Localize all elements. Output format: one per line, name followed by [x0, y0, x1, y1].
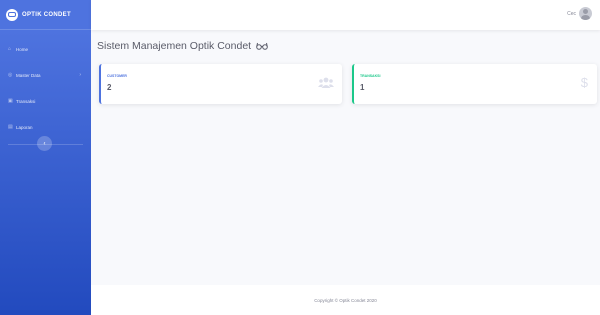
sidebar-toggle-button[interactable]: ‹: [37, 136, 52, 151]
sidebar-item-transaksi[interactable]: ▣ Transaksi: [0, 88, 91, 114]
report-icon: ▤: [8, 124, 13, 130]
avatar: [579, 7, 592, 20]
card-value: 2: [107, 83, 112, 92]
sidebar-item-master-data[interactable]: ◎ Master Data ›: [0, 62, 91, 88]
transaksi-card: TRANSAKSI 1 $: [352, 64, 597, 104]
page-title-text: Sistem Manajemen Optik Condet: [97, 40, 252, 52]
dollar-icon: $: [580, 75, 588, 90]
sidebar-item-label: Laporan: [16, 124, 33, 130]
card-label: CUSTOMER: [107, 74, 127, 78]
card-value: 1: [360, 83, 365, 92]
topbar: Cec: [91, 0, 600, 30]
footer-copyright: Copyright © Optik Condet 2020: [314, 297, 377, 303]
chevron-left-icon: ‹: [43, 140, 46, 147]
cart-icon: ▣: [8, 98, 13, 104]
sidebar: OPTIK CONDET ⌂ Home ◎ Master Data › ▣ Tr…: [0, 0, 91, 315]
user-menu[interactable]: Cec: [567, 7, 592, 20]
home-icon: ⌂: [8, 46, 12, 52]
sidebar-brand[interactable]: OPTIK CONDET: [0, 0, 91, 30]
brand-name: OPTIK CONDET: [22, 11, 71, 18]
users-icon: [318, 77, 334, 88]
database-icon: ◎: [8, 72, 13, 78]
sidebar-item-home[interactable]: ⌂ Home: [0, 36, 91, 62]
footer: Copyright © Optik Condet 2020: [91, 285, 600, 315]
glasses-logo-icon: [6, 8, 18, 21]
chevron-right-icon: ›: [79, 72, 81, 78]
glasses-icon: [256, 43, 268, 51]
user-name: Cec: [567, 10, 576, 17]
sidebar-item-label: Transaksi: [16, 98, 36, 104]
page-title: Sistem Manajemen Optik Condet: [97, 40, 268, 52]
card-label: TRANSAKSI: [360, 74, 381, 78]
sidebar-nav: ⌂ Home ◎ Master Data › ▣ Transaksi ▤ Lap…: [0, 36, 91, 140]
sidebar-item-label: Home: [16, 46, 29, 52]
sidebar-item-label: Master Data: [16, 72, 41, 78]
customer-card: CUSTOMER 2: [99, 64, 342, 104]
